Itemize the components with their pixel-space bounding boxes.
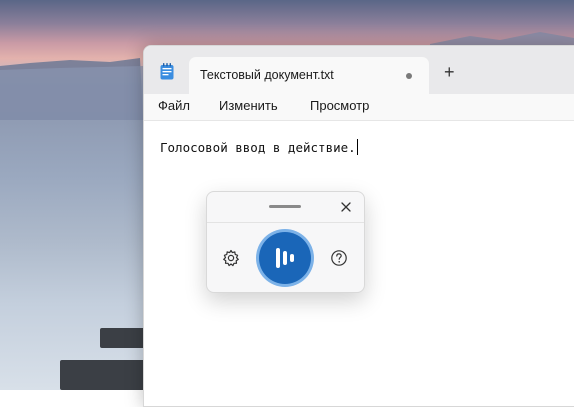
menu-bar: Файл Изменить Просмотр — [144, 94, 574, 121]
menu-edit[interactable]: Изменить — [219, 98, 278, 113]
menu-file[interactable]: Файл — [158, 98, 190, 113]
gear-icon[interactable] — [221, 248, 241, 268]
voice-typing-panel: ✕ — [206, 191, 365, 293]
drag-handle[interactable] — [269, 205, 301, 208]
pier-post — [100, 328, 148, 348]
document-content: Голосовой ввод в действие. — [160, 139, 358, 155]
voice-bars-icon — [276, 248, 294, 268]
unsaved-dot-icon[interactable] — [406, 73, 412, 79]
document-text: Голосовой ввод в действие. — [160, 140, 356, 155]
menu-view[interactable]: Просмотр — [310, 98, 369, 113]
panel-divider — [207, 222, 364, 223]
text-caret — [356, 139, 358, 155]
notepad-icon — [160, 63, 174, 80]
close-icon[interactable]: ✕ — [336, 197, 356, 217]
question-circle-icon[interactable] — [329, 248, 349, 268]
voice-input-button[interactable] — [259, 232, 311, 284]
tab-document[interactable]: Текстовый документ.txt — [189, 57, 429, 94]
new-tab-button[interactable]: + — [444, 63, 455, 81]
pier-post — [60, 360, 146, 390]
title-bar: Текстовый документ.txt + — [144, 46, 574, 94]
tab-title: Текстовый документ.txt — [200, 68, 334, 82]
